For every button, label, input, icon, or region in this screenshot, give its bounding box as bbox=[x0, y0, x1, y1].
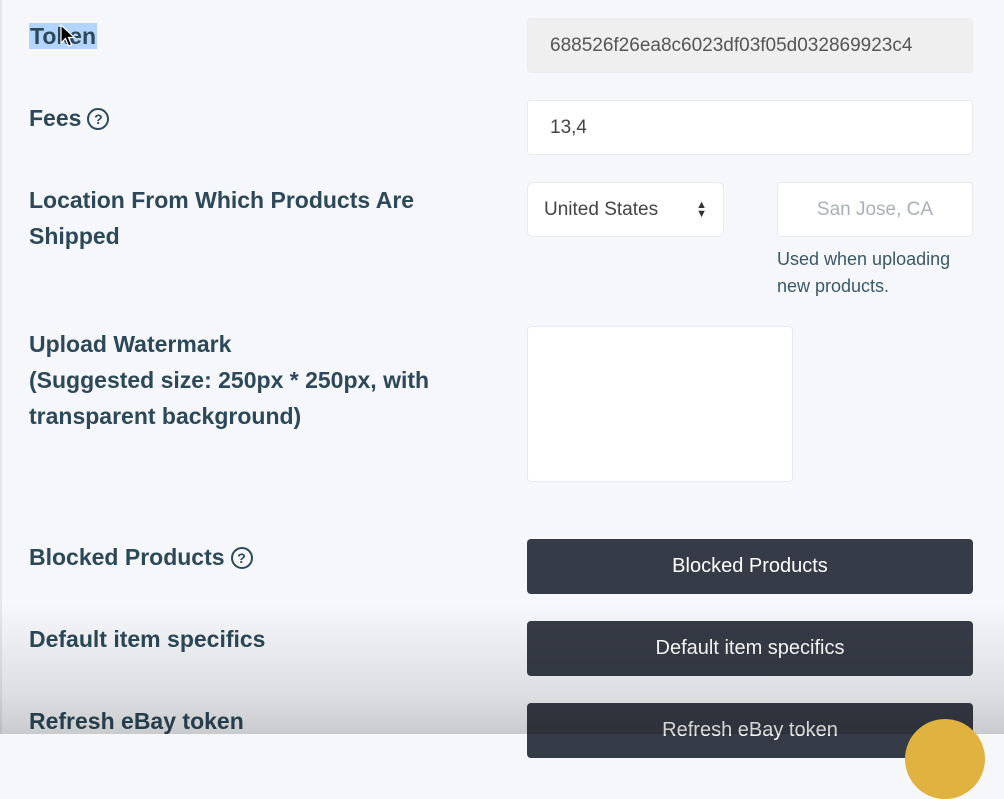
mouse-cursor-icon bbox=[60, 24, 76, 47]
blocked-products-label-text: Blocked Products bbox=[29, 544, 225, 570]
watermark-label-hint: (Suggested size: 250px * 250px, with tra… bbox=[29, 367, 430, 429]
fees-label-text: Fees bbox=[29, 105, 82, 131]
token-field[interactable]: 688526f26ea8c6023df03f05d032869923c4 bbox=[527, 18, 973, 73]
location-help-text: Used when uploading new products. bbox=[777, 249, 951, 296]
item-specifics-label: Default item specifics bbox=[29, 626, 266, 652]
item-specifics-button[interactable]: Default item specifics bbox=[527, 621, 973, 676]
blocked-products-label: Blocked Products? bbox=[29, 539, 253, 575]
select-arrows-icon: ▲ ▼ bbox=[696, 198, 707, 220]
country-select-value: United States bbox=[544, 198, 659, 220]
window-left-edge bbox=[0, 0, 2, 734]
watermark-label-title: Upload Watermark bbox=[29, 331, 232, 357]
chat-launcher-button[interactable] bbox=[905, 719, 985, 799]
watermark-label: Upload Watermark (Suggested size: 250px … bbox=[29, 326, 479, 434]
fees-label: Fees? bbox=[29, 100, 110, 136]
blocked-products-button[interactable]: Blocked Products bbox=[527, 539, 973, 594]
token-value: 688526f26ea8c6023df03f05d032869923c4 bbox=[550, 34, 913, 56]
city-input[interactable]: San Jose, CA bbox=[777, 182, 973, 237]
location-label: Location From Which Products Are Shipped bbox=[29, 187, 415, 249]
question-circle-icon[interactable]: ? bbox=[87, 108, 110, 130]
country-select[interactable]: United States ▲ ▼ bbox=[527, 182, 724, 237]
city-placeholder: San Jose, CA bbox=[816, 198, 934, 220]
question-circle-icon[interactable]: ? bbox=[230, 547, 253, 569]
fees-input[interactable]: 13,4 bbox=[527, 100, 973, 155]
fees-value: 13,4 bbox=[550, 116, 587, 138]
watermark-upload-dropzone[interactable] bbox=[527, 326, 793, 482]
